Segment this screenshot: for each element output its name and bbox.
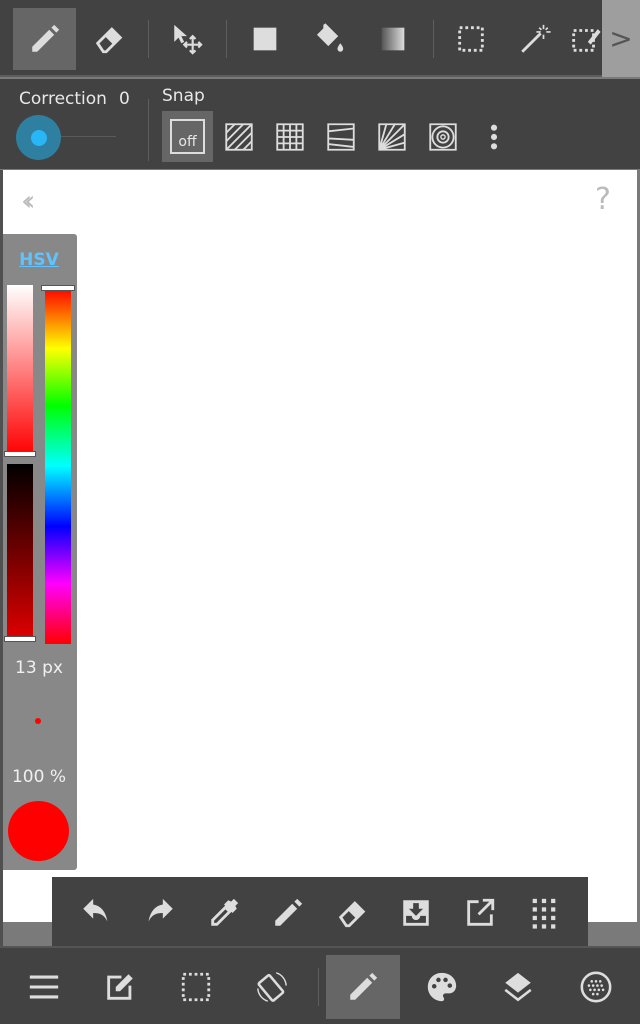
fill-rect-tool-button[interactable] [234, 8, 296, 70]
quick-menu-button[interactable] [514, 885, 574, 941]
redo-button[interactable] [130, 885, 190, 941]
menu-button[interactable] [12, 955, 76, 1019]
edit-square-icon [107, 974, 133, 1000]
snap-radial-button[interactable] [369, 111, 414, 162]
brush-button[interactable] [326, 955, 400, 1019]
tool-options-bar: Correction 0 Snap off [0, 79, 640, 169]
external-link-icon [467, 898, 495, 926]
snap-parallel-button[interactable] [216, 111, 261, 162]
eraser-icon [95, 27, 123, 54]
undo-icon [83, 898, 108, 922]
hsv-mode-link[interactable]: HSV [3, 250, 75, 270]
drawing-canvas[interactable]: ‹‹ ? [3, 170, 637, 922]
pencil-icon [31, 24, 59, 52]
grid-icon [275, 122, 304, 151]
pencil-icon [275, 898, 303, 926]
save-button[interactable] [386, 885, 446, 941]
snap-grid-button[interactable] [267, 111, 312, 162]
perspective-lines-icon [326, 122, 355, 151]
magic-wand-icon [521, 24, 551, 53]
quick-eraser-button[interactable] [322, 885, 382, 941]
more-vertical-icon [490, 124, 498, 150]
gradient-tool-button[interactable] [362, 8, 424, 70]
hue-slider[interactable] [45, 288, 71, 644]
saturation-handle[interactable] [4, 451, 36, 457]
snap-label: Snap [162, 86, 205, 106]
dotted-rect-icon [181, 972, 211, 1002]
gradient-icon [381, 27, 405, 51]
screen-rotation-icon [257, 972, 287, 1002]
layers-button[interactable] [486, 955, 550, 1019]
pen-tool-button[interactable] [13, 8, 76, 70]
value-handle[interactable] [4, 636, 36, 642]
saturation-slider[interactable] [7, 285, 33, 455]
bucket-tool-button[interactable] [298, 8, 360, 70]
current-color-swatch[interactable] [8, 801, 69, 861]
chevron-right-icon: > [609, 22, 633, 55]
eyedropper-icon [211, 898, 239, 926]
move-tool-button[interactable] [156, 8, 218, 70]
undo-button[interactable] [66, 885, 126, 941]
snap-perspective-button[interactable] [318, 111, 363, 162]
radial-lines-icon [377, 122, 406, 151]
select-pen-icon [572, 29, 601, 52]
hamburger-icon [29, 975, 59, 999]
top-toolbar: > [0, 0, 640, 77]
brush-size-preview [35, 718, 41, 724]
toolbar-more-button[interactable]: > [602, 0, 640, 77]
correction-label: Correction [19, 89, 107, 109]
rotate-canvas-button[interactable] [240, 955, 304, 1019]
quick-action-bar [52, 877, 588, 946]
paint-bucket-icon [316, 23, 344, 52]
help-button[interactable]: ? [595, 182, 611, 217]
hue-handle[interactable] [41, 285, 75, 291]
export-button[interactable] [450, 885, 510, 941]
opacity-value[interactable]: 100 % [3, 767, 75, 787]
eraser-tool-button[interactable] [78, 8, 140, 70]
eraser-icon [338, 901, 366, 928]
palette-icon [427, 972, 457, 1002]
download-tray-icon [403, 900, 429, 926]
quick-pen-button[interactable] [258, 885, 318, 941]
redo-icon [148, 898, 173, 922]
selection-button[interactable] [164, 955, 228, 1019]
select-tool-button[interactable] [440, 8, 502, 70]
material-button[interactable] [564, 955, 628, 1019]
brush-size-value[interactable]: 13 px [3, 658, 75, 678]
pencil-icon [350, 972, 378, 1000]
correction-value: 0 [119, 89, 130, 109]
correction-slider-handle[interactable] [16, 115, 61, 160]
magic-wand-tool-button[interactable] [504, 8, 566, 70]
layers-icon [504, 972, 532, 1002]
move-arrow-icon [174, 24, 203, 55]
snap-off-label: off [170, 119, 205, 154]
halftone-circle-icon [580, 971, 612, 1003]
collapse-panel-button[interactable]: ‹‹ [21, 184, 36, 217]
edit-button[interactable] [88, 955, 152, 1019]
bottom-navigation-bar [0, 946, 640, 1024]
color-panel: HSV 13 px 100 % [3, 234, 77, 870]
parallel-lines-icon [224, 122, 253, 151]
dots-grid-icon [532, 898, 556, 929]
color-button[interactable] [410, 955, 474, 1019]
snap-concentric-button[interactable] [420, 111, 465, 162]
square-icon [253, 27, 277, 51]
snap-off-button[interactable]: off [162, 111, 213, 162]
value-slider[interactable] [7, 464, 33, 640]
snap-more-button[interactable] [478, 115, 510, 159]
dotted-rect-icon [458, 26, 484, 52]
eyedropper-button[interactable] [194, 885, 254, 941]
concentric-circles-icon [428, 122, 457, 151]
